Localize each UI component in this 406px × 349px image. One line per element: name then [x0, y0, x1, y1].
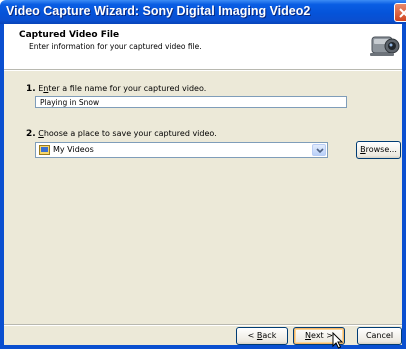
chevron-down-icon	[316, 148, 324, 154]
cancel-button[interactable]: Cancel	[357, 327, 402, 345]
step1-label: 1. Enter a file name for your captured v…	[26, 84, 207, 94]
header-title: Captured Video File	[19, 30, 120, 40]
window-frame-bottom	[0, 345, 406, 349]
mouse-cursor-icon	[332, 332, 344, 349]
filename-input[interactable]: Playing in Snow	[35, 96, 347, 108]
wizard-content	[4, 71, 402, 324]
save-location-dropdown[interactable]: My Videos	[35, 142, 328, 158]
camcorder-icon	[370, 36, 400, 56]
window-title: Video Capture Wizard: Sony Digital Imagi…	[6, 4, 311, 18]
save-location-value: My Videos	[53, 145, 94, 154]
wizard-window: Video Capture Wizard: Sony Digital Imagi…	[0, 0, 406, 349]
filename-value: Playing in Snow	[40, 98, 100, 107]
wizard-header: Captured Video File Enter information fo…	[4, 24, 402, 69]
step2-label: 2. Choose a place to save your captured …	[26, 129, 217, 139]
title-bar[interactable]: Video Capture Wizard: Sony Digital Imagi…	[0, 0, 406, 24]
folder-icon	[39, 145, 50, 155]
header-subtitle: Enter information for your captured vide…	[29, 42, 202, 51]
browse-button[interactable]: Browse...	[356, 141, 401, 159]
back-button[interactable]: < Back	[236, 327, 288, 345]
dropdown-arrow-button[interactable]	[312, 144, 326, 156]
close-button[interactable]	[394, 3, 406, 22]
window-frame-right	[402, 24, 406, 349]
close-icon	[399, 8, 406, 18]
